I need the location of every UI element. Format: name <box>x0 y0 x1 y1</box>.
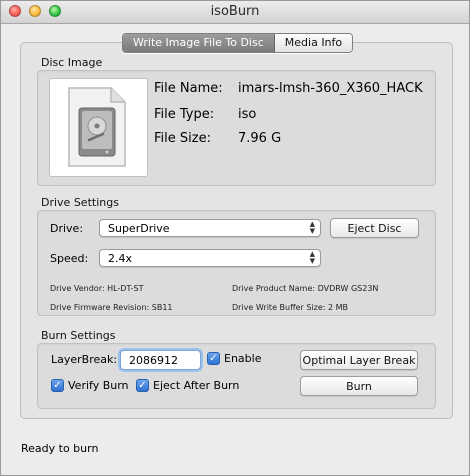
status-text: Ready to burn <box>21 442 99 455</box>
tab-bar: Write Image File To Disc Media Info <box>122 33 354 53</box>
eject-after-burn-label: Eject After Burn <box>153 379 240 392</box>
disc-image-section-label: Disc Image <box>41 56 103 69</box>
drive-product-text: Drive Product Name: DVDRW GS23N <box>232 284 379 293</box>
checkmark-icon: ✓ <box>136 379 149 392</box>
tab-write-image[interactable]: Write Image File To Disc <box>123 34 275 52</box>
eject-after-burn-checkbox[interactable]: ✓ Eject After Burn <box>136 379 239 392</box>
speed-label: Speed: <box>50 252 89 265</box>
updown-arrows-icon: ▲ ▼ <box>309 250 315 265</box>
drive-buffer-text: Drive Write Buffer Size: 2 MB <box>232 303 349 312</box>
title-bar[interactable]: isoBurn <box>1 1 469 24</box>
drive-popup-value: SuperDrive <box>108 222 170 235</box>
speed-popup[interactable]: 2.4x ▲ ▼ <box>99 249 321 267</box>
burn-settings-section-label: Burn Settings <box>41 329 116 342</box>
file-name-value: imars-lmsh-360_X360_HACK <box>238 81 423 96</box>
verify-burn-label: Verify Burn <box>68 379 129 392</box>
enable-checkbox-label: Enable <box>224 352 262 365</box>
file-size-value: 7.96 G <box>238 131 282 146</box>
enable-checkbox[interactable]: ✓ Enable <box>207 352 261 365</box>
updown-arrows-icon: ▲ ▼ <box>309 220 315 235</box>
file-type-value: iso <box>238 107 257 122</box>
layerbreak-label: LayerBreak: <box>51 353 118 366</box>
eject-disc-button[interactable]: Eject Disc <box>330 218 419 238</box>
drive-popup[interactable]: SuperDrive ▲ ▼ <box>99 219 321 237</box>
drive-label: Drive: <box>50 222 84 235</box>
file-size-label: File Size: <box>154 131 211 146</box>
app-window: isoBurn Write Image File To Disc Media I… <box>0 0 470 476</box>
window-title: isoBurn <box>210 4 260 19</box>
disc-image-document-icon <box>68 87 126 167</box>
burn-button[interactable]: Burn <box>300 376 418 396</box>
disc-image-thumbnail <box>49 78 148 177</box>
file-name-label: File Name: <box>154 81 223 96</box>
tab-media-info[interactable]: Media Info <box>274 34 353 52</box>
drive-vendor-text: Drive Vendor: HL-DT-ST <box>50 284 144 293</box>
speed-popup-value: 2.4x <box>108 252 133 265</box>
drive-settings-section-label: Drive Settings <box>41 196 119 209</box>
checkmark-icon: ✓ <box>51 379 64 392</box>
file-type-label: File Type: <box>154 107 215 122</box>
layerbreak-input[interactable]: 2086912 <box>120 350 201 370</box>
optimal-layer-break-button[interactable]: Optimal Layer Break <box>300 350 418 370</box>
checkmark-icon: ✓ <box>207 352 220 365</box>
verify-burn-checkbox[interactable]: ✓ Verify Burn <box>51 379 129 392</box>
drive-firmware-text: Drive Firmware Revision: SB11 <box>50 303 173 312</box>
